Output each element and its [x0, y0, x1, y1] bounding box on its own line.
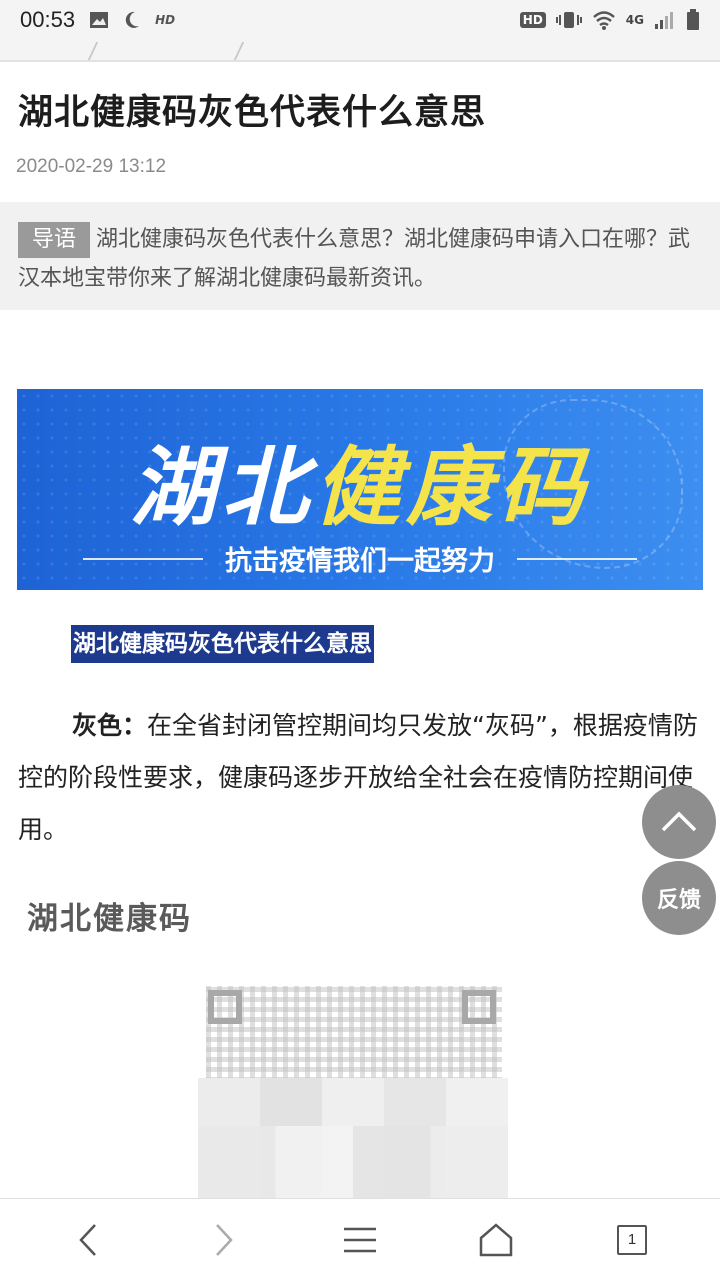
paragraph-label: 灰色：	[72, 711, 148, 740]
banner-slogan-row: 抗击疫情我们一起努力	[17, 539, 703, 578]
slogan-line-left	[83, 557, 203, 560]
home-icon	[479, 1222, 513, 1256]
tab-count: 1	[627, 1231, 637, 1248]
lead-tag: 导语	[18, 222, 91, 258]
network-type: 4G	[625, 13, 644, 27]
qr-finder	[208, 990, 242, 1024]
back-button[interactable]	[58, 1210, 118, 1270]
lead-text: 湖北健康码灰色代表什么意思？湖北健康码申请入口在哪？武汉本地宝带你来了解湖北健康…	[18, 227, 691, 291]
slogan-line-right	[517, 557, 637, 560]
image-icon	[89, 11, 109, 29]
body-paragraph: 灰色：在全省封闭管控期间均只发放“灰码”，根据疫情防控的阶段性要求，健康码逐步开…	[18, 700, 704, 856]
battery-icon	[686, 9, 700, 31]
moon-icon	[123, 10, 141, 30]
article-title: 湖北健康码灰色代表什么意思	[18, 93, 487, 133]
qr-finder	[462, 990, 496, 1024]
feedback-label: 反馈	[656, 888, 701, 913]
wifi-icon	[592, 10, 616, 30]
qr-code-image	[198, 986, 508, 1198]
menu-icon	[344, 1227, 376, 1252]
tabs-button[interactable]: 1	[602, 1210, 662, 1270]
vibrate-icon	[555, 10, 582, 30]
banner-headline: 湖北健康码	[17, 417, 703, 542]
qr-card-title: 湖北健康码	[27, 901, 192, 937]
tab-divider	[87, 42, 99, 60]
home-button[interactable]	[466, 1210, 526, 1270]
feedback-button[interactable]: 反馈	[642, 861, 716, 935]
hd-label: HD	[155, 13, 176, 27]
qr-mosaic	[198, 1126, 508, 1198]
browser-bottom-bar: 1	[0, 1198, 720, 1280]
forward-icon	[216, 1223, 233, 1256]
menu-button[interactable]	[330, 1210, 390, 1270]
signal-icon	[654, 10, 676, 30]
qr-pattern	[206, 986, 502, 1082]
back-icon	[79, 1223, 96, 1256]
article-lead: 导语 湖北健康码灰色代表什么意思？湖北健康码申请入口在哪？武汉本地宝带你来了解湖北…	[0, 202, 720, 310]
banner-headline-white: 湖北	[130, 438, 314, 538]
section-subheading: 湖北健康码灰色代表什么意思	[71, 625, 374, 663]
health-code-banner: 湖北健康码 抗击疫情我们一起努力	[17, 389, 703, 590]
banner-headline-yellow: 健康码	[314, 438, 590, 538]
status-bar: 00:53 HD HD 4G	[0, 0, 720, 40]
browser-tab-strip	[0, 40, 720, 62]
tab-divider	[233, 42, 245, 60]
hd-network-badge: HD	[519, 12, 546, 28]
chevron-up-icon	[661, 811, 697, 832]
scroll-to-top-button[interactable]	[642, 785, 716, 859]
article-date: 2020-02-29 13:12	[16, 156, 167, 177]
banner-slogan: 抗击疫情我们一起努力	[225, 546, 495, 577]
clock: 00:53	[20, 7, 76, 32]
tabs-icon: 1	[617, 1224, 647, 1255]
forward-button[interactable]	[194, 1210, 254, 1270]
